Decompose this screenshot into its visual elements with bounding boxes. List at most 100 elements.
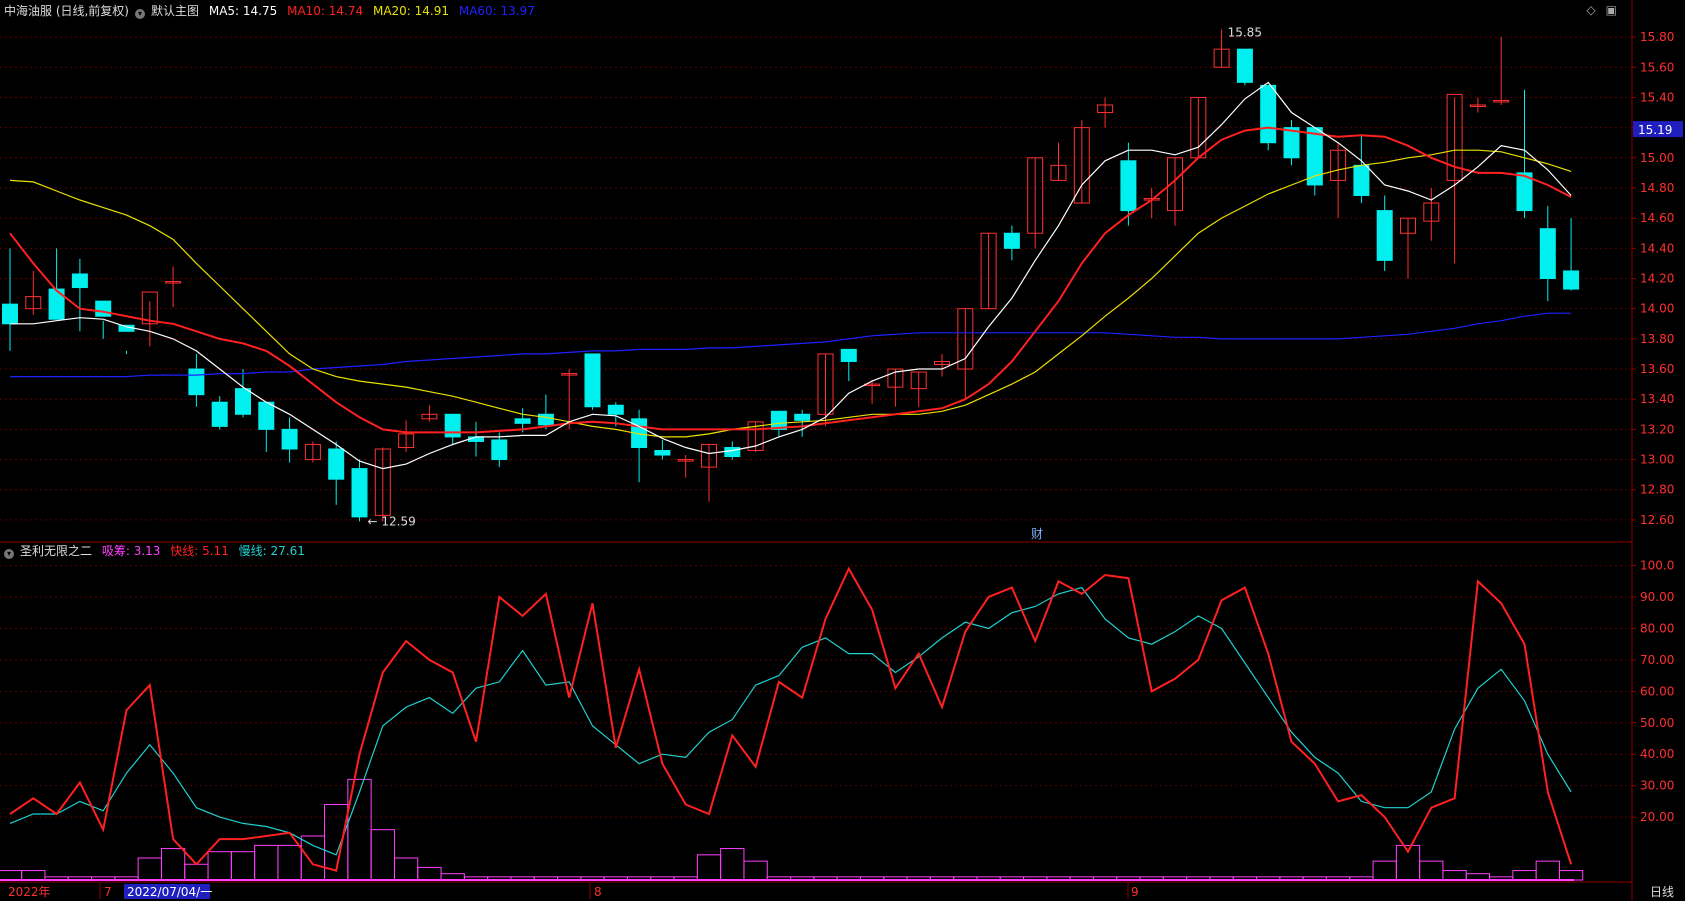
slow-line (9, 586, 1572, 856)
candle-body (188, 368, 205, 396)
indicator-name[interactable]: 圣利无限之二 (20, 544, 92, 558)
price-tick-label: 14.20 (1640, 272, 1674, 286)
candle-body (1539, 228, 1556, 279)
price-tick-label: 14.80 (1640, 181, 1674, 195)
candle-body (654, 450, 671, 456)
candle-body (328, 448, 345, 480)
window-icon[interactable]: ▣ (1606, 3, 1617, 17)
candle-body (258, 401, 275, 430)
candle-body (2, 303, 18, 325)
absorb-bar (1512, 870, 1537, 881)
price-legend: 中海油服 (日线,前复权) ▾ 默认主图 MA5: 14.75 MA10: 14.7… (4, 3, 541, 19)
absorb-bar (277, 844, 302, 881)
candle-body (607, 404, 624, 415)
absorb-bar (137, 857, 162, 881)
top-right-icons: ◇ ▣ (1576, 3, 1617, 17)
absorb-bar (207, 851, 232, 881)
price-tick-label: 13.00 (1640, 453, 1674, 467)
stock-name[interactable]: 中海油服 (日线,前复权) (4, 4, 129, 18)
price-tick-label: 13.60 (1640, 362, 1674, 376)
candle-body (724, 446, 741, 458)
absorb-bar (696, 854, 722, 881)
indicator-tick-label: 80.00 (1640, 621, 1674, 635)
candle-body (794, 413, 811, 421)
period-button[interactable]: 日线 (1650, 885, 1674, 899)
slow-label: 慢线: 27.61 (238, 544, 305, 558)
absorb-bar (21, 870, 46, 881)
ma60-line (10, 312, 1572, 378)
candle-body (840, 348, 857, 362)
candle-body (444, 413, 461, 438)
main-chart-label[interactable]: 默认主图 (151, 4, 199, 18)
candle-body (584, 353, 601, 408)
candle-body (211, 401, 228, 427)
price-tick-label: 15.80 (1640, 30, 1674, 44)
price-tick-label: 12.60 (1640, 513, 1674, 527)
absorb-bar (230, 851, 256, 881)
dropdown-icon[interactable]: ▾ (135, 9, 145, 19)
candle-body (235, 388, 251, 415)
indicator-legend: ▾ 圣利无限之二 吸筹: 3.13 快线: 5.11 慢线: 27.61 (4, 543, 311, 559)
candle-body (1353, 164, 1370, 197)
absorb-bar (1419, 860, 1444, 881)
current-price-tag: 15.19 (1638, 123, 1672, 137)
absorb-label: 吸筹: 3.13 (101, 544, 161, 558)
indicator-tick-label: 60.00 (1640, 684, 1674, 698)
candle-body (281, 428, 298, 450)
price-tick-label: 14.40 (1640, 241, 1674, 255)
candle-body (1236, 48, 1253, 83)
indicator-menu-icon[interactable]: ▾ (4, 549, 14, 559)
candle-body (1376, 210, 1393, 261)
year-label: 2022年 (8, 885, 51, 899)
ma20-label: MA20: 14.91 (372, 4, 450, 18)
absorb-bar (1442, 870, 1467, 881)
indicator-tick-label: 70.00 (1640, 653, 1674, 667)
indicator-tick-label: 40.00 (1640, 747, 1674, 761)
fast-label: 快线: 5.11 (170, 544, 229, 558)
absorb-bar (370, 829, 395, 881)
candle-body (351, 468, 368, 518)
absorb-bar (254, 844, 279, 881)
indicator-tick-label: 50.00 (1640, 716, 1674, 730)
indicator-tick-label: 100.0 (1640, 559, 1674, 573)
absorb-bar (720, 848, 745, 881)
candle-body (1003, 232, 1020, 249)
absorb-bar (1372, 860, 1397, 881)
absorb-bar (300, 835, 326, 881)
month-label-9: 9 (1131, 885, 1139, 899)
absorb-bar (160, 848, 186, 881)
absorb-bar (417, 866, 442, 881)
candle-body (1260, 84, 1277, 144)
ma10-line (9, 126, 1572, 434)
absorb-bar (0, 870, 23, 881)
min-price-marker: ← 12.59 (368, 514, 416, 528)
max-price-marker: 15.85 (1228, 26, 1262, 40)
diamond-icon[interactable]: ◇ (1586, 3, 1595, 17)
indicator-tick-label: 20.00 (1640, 810, 1674, 824)
price-tick-label: 14.00 (1640, 302, 1674, 316)
price-tick-label: 13.40 (1640, 392, 1674, 406)
finance-event-marker: 财 (1031, 527, 1043, 541)
price-tick-label: 15.00 (1640, 151, 1674, 165)
kline-chart[interactable]: 15.8015.6015.4015.2015.0014.8014.6014.40… (0, 0, 1685, 901)
candle-body (71, 273, 88, 289)
indicator-tick-label: 90.00 (1640, 590, 1674, 604)
candle-body (491, 439, 508, 461)
month-label-7: 7 (104, 885, 112, 899)
price-tick-label: 15.40 (1640, 90, 1674, 104)
absorb-bar (1558, 870, 1584, 881)
price-tick-label: 13.80 (1640, 332, 1674, 346)
ma60-label: MA60: 13.97 (458, 4, 535, 18)
ma5-label: MA5: 14.75 (208, 4, 278, 18)
candle-body (1563, 270, 1580, 290)
absorb-bar (1535, 860, 1560, 881)
cursor-date-label: 2022/07/04/一 (127, 885, 212, 899)
price-tick-label: 12.80 (1640, 483, 1674, 497)
ma10-label: MA10: 14.74 (287, 4, 364, 18)
candle-body (95, 300, 112, 317)
month-label-8: 8 (594, 885, 602, 899)
candle-body (514, 418, 531, 424)
candle-body (537, 413, 554, 426)
indicator-tick-label: 30.00 (1640, 779, 1674, 793)
absorb-bar (743, 860, 768, 881)
